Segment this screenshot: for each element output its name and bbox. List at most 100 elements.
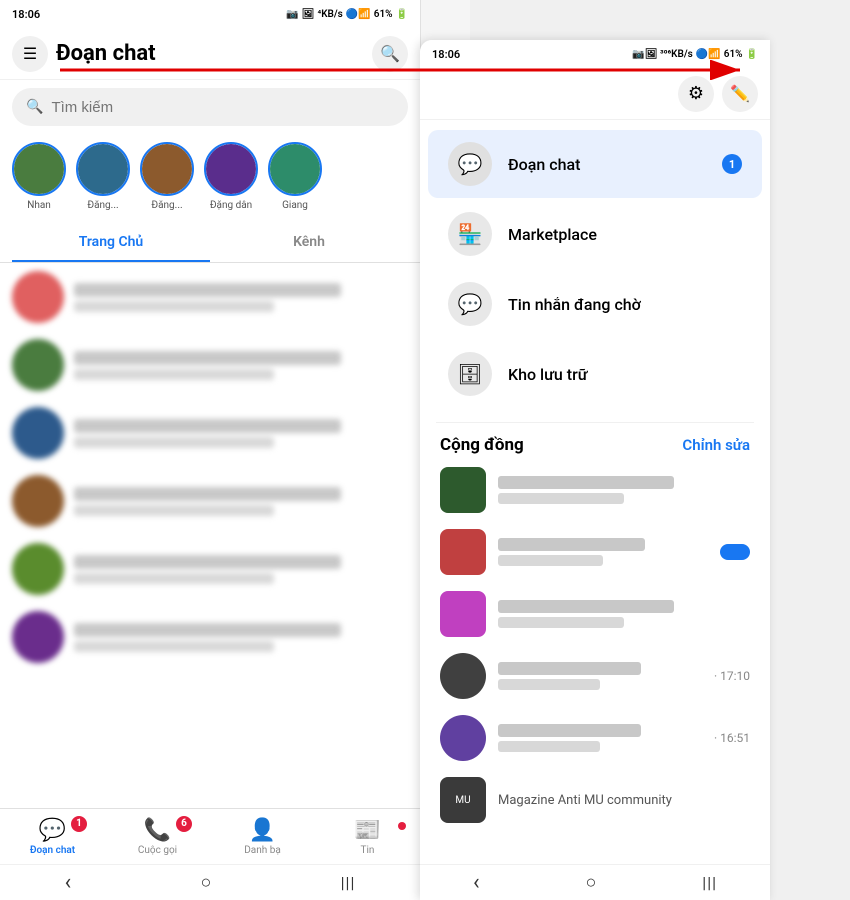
story-item[interactable]: Đặng dân bbox=[204, 142, 258, 216]
chat-info bbox=[74, 351, 408, 380]
chat-preview bbox=[74, 437, 274, 448]
community-list: · 17:10 · 16:51 MU Magazine Anti MU comm… bbox=[420, 459, 770, 831]
search-button[interactable]: 🔍 bbox=[372, 36, 408, 72]
chat-name bbox=[74, 419, 341, 433]
settings-button[interactable]: ⚙ bbox=[678, 76, 714, 112]
chat-avatar bbox=[12, 407, 64, 459]
community-item-magazine[interactable]: MU Magazine Anti MU community bbox=[420, 769, 770, 831]
story-item[interactable]: Nhan bbox=[12, 142, 66, 216]
community-item[interactable]: · 16:51 bbox=[420, 707, 770, 769]
menu-marketplace-label: Marketplace bbox=[508, 225, 742, 244]
call-icon: 📞 bbox=[144, 818, 171, 843]
menu-chat-icon: 💬 bbox=[448, 142, 492, 186]
chat-badge: 1 bbox=[71, 816, 87, 832]
chat-item[interactable] bbox=[0, 331, 420, 399]
nav-item-contacts[interactable]: 👤 Danh bạ bbox=[210, 818, 315, 856]
community-avatar bbox=[440, 467, 486, 513]
menu-divider bbox=[436, 422, 754, 423]
story-circle bbox=[76, 142, 130, 196]
chat-preview bbox=[74, 369, 274, 380]
nav-item-news[interactable]: 📰 Tin bbox=[315, 818, 420, 856]
back-button[interactable]: ‹ bbox=[45, 864, 92, 900]
nav-bar-left: ‹ ○ ||| bbox=[0, 864, 420, 900]
story-circle bbox=[204, 142, 258, 196]
status-icons-left: 📷 🖼 ⁴KB/s 🔵📶 61% 🔋 bbox=[286, 9, 408, 20]
call-label: Cuộc gọi bbox=[138, 845, 177, 856]
chat-name bbox=[74, 555, 341, 569]
contacts-icon: 👤 bbox=[249, 818, 276, 843]
section-edit-button[interactable]: Chỉnh sửa bbox=[682, 436, 750, 454]
community-info bbox=[498, 662, 702, 690]
menu-chat-label: Đoạn chat bbox=[508, 155, 706, 174]
story-name: Đăng... bbox=[87, 200, 118, 211]
tab-home[interactable]: Trang Chủ bbox=[12, 224, 210, 262]
menu-item-pending[interactable]: 💬 Tin nhắn đang chờ bbox=[428, 270, 762, 338]
chat-preview bbox=[74, 573, 274, 584]
community-item[interactable] bbox=[420, 521, 770, 583]
time-menu: 18:06 bbox=[432, 48, 460, 61]
call-badge: 6 bbox=[176, 816, 192, 832]
community-item[interactable] bbox=[420, 459, 770, 521]
chat-name bbox=[74, 283, 341, 297]
chat-item[interactable] bbox=[0, 263, 420, 331]
community-item[interactable] bbox=[420, 583, 770, 645]
menu-item-archive[interactable]: 🗄 Kho lưu trữ bbox=[428, 340, 762, 408]
story-item[interactable]: Đăng... bbox=[140, 142, 194, 216]
community-name bbox=[498, 600, 674, 613]
chat-info bbox=[74, 419, 408, 448]
tabs-row: Trang Chủ Kênh bbox=[0, 224, 420, 263]
community-time: · 16:51 bbox=[714, 731, 750, 745]
back-button-menu[interactable]: ‹ bbox=[453, 864, 500, 900]
search-icon-small: 🔍 bbox=[26, 99, 43, 115]
community-item[interactable]: · 17:10 bbox=[420, 645, 770, 707]
chat-preview bbox=[74, 641, 274, 652]
home-button[interactable]: ○ bbox=[181, 866, 232, 899]
edit-button[interactable]: ✏️ bbox=[722, 76, 758, 112]
menu-archive-icon: 🗄 bbox=[448, 352, 492, 396]
chat-item[interactable] bbox=[0, 399, 420, 467]
chat-item[interactable] bbox=[0, 535, 420, 603]
nav-bar-menu: ‹ ○ ||| bbox=[420, 864, 770, 900]
menu-item-chat[interactable]: 💬 Đoạn chat 1 bbox=[428, 130, 762, 198]
home-button-menu[interactable]: ○ bbox=[565, 866, 616, 899]
header-actions: 🔍 bbox=[372, 36, 408, 72]
nav-item-chat[interactable]: 1 💬 Đoạn chat bbox=[0, 818, 105, 856]
chat-item[interactable] bbox=[0, 467, 420, 535]
search-input[interactable] bbox=[51, 99, 394, 116]
menu-item-marketplace[interactable]: 🏪 Marketplace bbox=[428, 200, 762, 268]
menu-button[interactable]: ☰ bbox=[12, 36, 48, 72]
story-item[interactable]: Đăng... bbox=[76, 142, 130, 216]
community-avatar bbox=[440, 591, 486, 637]
recent-button[interactable]: ||| bbox=[321, 867, 376, 898]
community-avatar bbox=[440, 653, 486, 699]
bottom-nav: 1 💬 Đoạn chat 6 📞 Cuộc gọi 👤 Danh bạ 📰 T… bbox=[0, 808, 420, 864]
stories-row: Nhan Đăng... Đăng... Đặng dân Giang bbox=[0, 134, 420, 224]
chat-info bbox=[74, 623, 408, 652]
nav-item-call[interactable]: 6 📞 Cuộc gọi bbox=[105, 818, 210, 856]
section-header: Cộng đồng Chỉnh sửa bbox=[420, 427, 770, 459]
chat-preview bbox=[74, 301, 274, 312]
community-info: Magazine Anti MU community bbox=[498, 793, 750, 808]
chat-list bbox=[0, 263, 420, 808]
recent-button-menu[interactable]: ||| bbox=[682, 867, 737, 898]
community-name bbox=[498, 476, 674, 489]
chat-icon: 💬 bbox=[39, 818, 66, 843]
news-label: Tin bbox=[361, 845, 375, 856]
menu-pending-label: Tin nhắn đang chờ bbox=[508, 295, 742, 314]
search-bar[interactable]: 🔍 bbox=[12, 88, 408, 126]
story-circle bbox=[12, 142, 66, 196]
chat-avatar bbox=[12, 271, 64, 323]
chat-avatar bbox=[12, 543, 64, 595]
story-circle bbox=[268, 142, 322, 196]
community-sub bbox=[498, 493, 624, 504]
section-title: Cộng đồng bbox=[440, 435, 524, 455]
chat-item[interactable] bbox=[0, 603, 420, 671]
status-bar-left: 18:06 📷 🖼 ⁴KB/s 🔵📶 61% 🔋 bbox=[0, 0, 420, 28]
community-info bbox=[498, 600, 750, 628]
chat-name bbox=[74, 487, 341, 501]
story-item[interactable]: Giang bbox=[268, 142, 322, 216]
status-icons-menu: 📷🖼 ³⁰⁶KB/s 🔵📶 61% 🔋 bbox=[632, 49, 758, 60]
news-badge bbox=[398, 822, 406, 830]
tab-channel[interactable]: Kênh bbox=[210, 224, 408, 262]
chat-info bbox=[74, 555, 408, 584]
